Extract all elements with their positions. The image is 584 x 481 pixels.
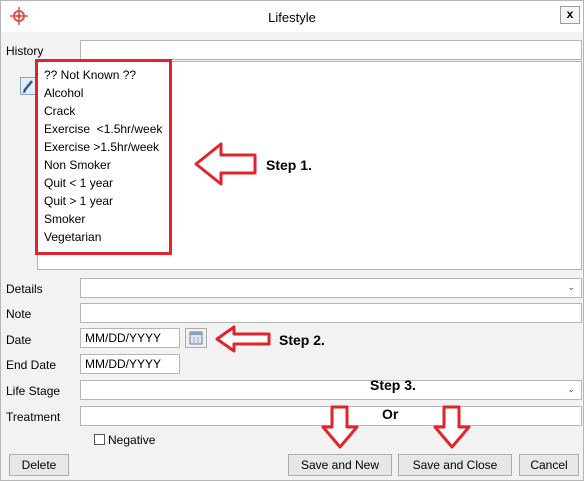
edit-button[interactable] [20, 77, 36, 95]
title-bar: Lifestyle x [1, 1, 583, 32]
negative-checkbox[interactable] [94, 434, 105, 445]
details-combo[interactable]: ⌄ [80, 278, 582, 298]
negative-label: Negative [108, 433, 156, 447]
step2-arrow-icon [215, 325, 271, 353]
window-title: Lifestyle [268, 10, 316, 25]
delete-button[interactable]: Delete [9, 454, 69, 476]
chevron-down-icon[interactable]: ⌄ [567, 384, 575, 395]
step2-note: Step 2. [279, 332, 325, 348]
end-date-label: End Date [6, 358, 57, 372]
calendar-icon [189, 331, 203, 345]
or-note: Or [382, 406, 399, 422]
details-label: Details [6, 282, 43, 296]
step3-note: Step 3. [370, 377, 416, 393]
step1-arrow-icon [194, 142, 257, 186]
save-and-new-button[interactable]: Save and New [288, 454, 392, 476]
save-and-close-button[interactable]: Save and Close [398, 454, 512, 476]
step1-note: Step 1. [266, 157, 312, 173]
note-input[interactable] [80, 303, 582, 323]
cancel-button[interactable]: Cancel [519, 454, 579, 476]
lifestyle-dialog: Lifestyle x History ?? Not Known ?? Alcoh… [0, 0, 584, 481]
life-stage-label: Life Stage [6, 384, 61, 398]
end-date-input[interactable]: MM/DD/YYYY [80, 354, 180, 374]
history-label: History [6, 44, 44, 58]
step3-arrow-left-icon [321, 405, 359, 449]
history-list-highlight [35, 59, 172, 255]
calendar-button[interactable] [185, 328, 207, 348]
pencil-icon [23, 80, 33, 93]
chevron-down-icon[interactable]: ⌄ [567, 282, 575, 293]
history-input[interactable] [80, 40, 582, 60]
life-stage-combo[interactable]: ⌄ [80, 380, 582, 400]
date-input[interactable]: MM/DD/YYYY [80, 328, 180, 348]
date-label: Date [6, 333, 32, 347]
step3-arrow-right-icon [433, 405, 471, 449]
close-button[interactable]: x [560, 6, 580, 24]
note-label: Note [6, 307, 32, 321]
treatment-label: Treatment [6, 410, 61, 424]
